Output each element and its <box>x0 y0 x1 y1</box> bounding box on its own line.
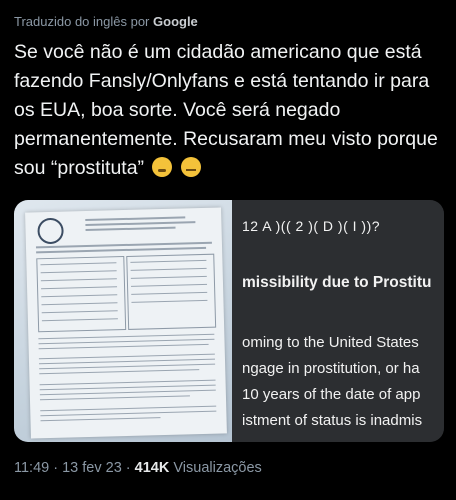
document-line-3: oming to the United States <box>242 334 419 351</box>
tweet-meta: 11:49 · 13 fev 23 · 414K Visualizações <box>14 460 262 476</box>
photo-document[interactable] <box>14 200 232 442</box>
translation-prefix: Traduzido do inglês por <box>14 14 150 29</box>
google-logo-text: Google <box>153 14 198 29</box>
visa-refusal-document <box>25 207 227 439</box>
document-line-2: missibility due to Prostitu <box>242 274 432 291</box>
meta-separator: · <box>121 460 135 476</box>
views-count: 414K <box>134 460 170 476</box>
tweet-body: Se você não é um cidadão americano que e… <box>14 41 438 179</box>
face-with-raised-eyebrow-icon <box>152 157 173 177</box>
tweet-media[interactable]: 12 A )(( 2 )( D )( I ))? missibility due… <box>14 200 444 442</box>
translation-attribution[interactable]: Traduzido do inglês por Google <box>14 14 198 29</box>
expressionless-face-icon <box>180 157 201 177</box>
document-line-1: 12 A )(( 2 )( D )( I ))? <box>242 218 381 234</box>
photo-document-closeup[interactable]: 12 A )(( 2 )( D )( I ))? missibility due… <box>232 200 444 442</box>
tweet-date[interactable]: 13 fev 23 <box>62 460 122 476</box>
views-label: Visualizações <box>169 460 262 476</box>
meta-separator: · <box>49 460 63 476</box>
tweet-text: Se você não é um cidadão americano que e… <box>14 38 444 183</box>
document-line-5: 10 years of the date of app <box>242 386 421 403</box>
department-seal-icon <box>37 217 64 245</box>
document-line-4: ngage in prostitution, or ha <box>242 360 420 377</box>
document-line-6: istment of status is inadmis <box>242 412 423 429</box>
tweet-time[interactable]: 11:49 <box>14 460 49 476</box>
